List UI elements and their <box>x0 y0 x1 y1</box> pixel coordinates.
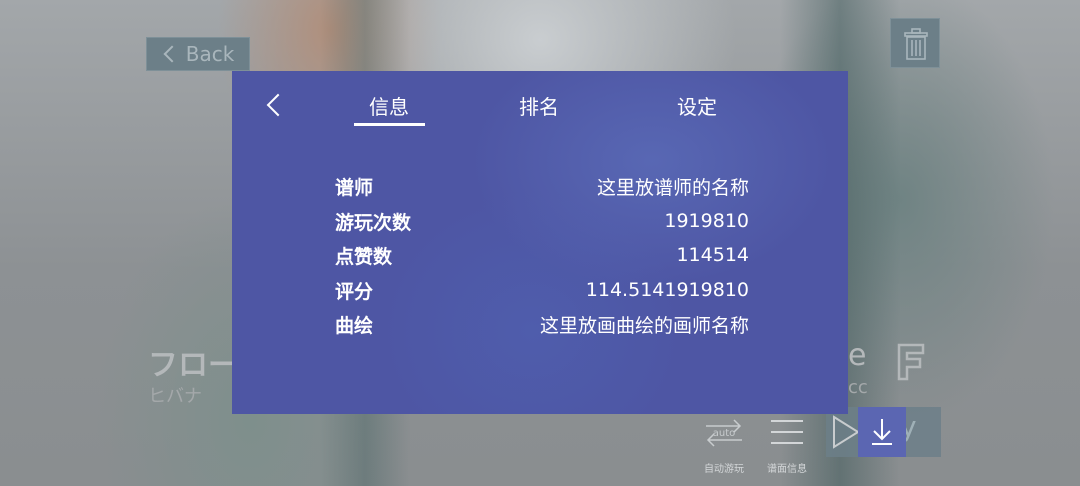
back-label: Back <box>185 42 235 66</box>
tab-info[interactable]: 信息 <box>354 91 424 120</box>
chart-info-label: 谱面信息 <box>767 464 807 475</box>
info-key: 游玩次数 <box>335 211 412 234</box>
info-row-play-count: 游玩次数 1919810 <box>335 206 749 236</box>
delete-button[interactable] <box>890 18 940 68</box>
info-row-rating: 评分 114.5141919810 <box>335 275 749 305</box>
difficulty-sub: cc <box>848 377 868 398</box>
info-key: 曲绘 <box>335 314 374 337</box>
info-row-likes: 点赞数 114514 <box>335 240 749 270</box>
info-value: 114514 <box>676 244 749 266</box>
tab-settings[interactable]: 设定 <box>662 91 732 120</box>
chevron-left-icon <box>163 45 181 63</box>
info-value: 这里放画曲绘的画师名称 <box>539 314 749 337</box>
info-key: 谱师 <box>335 176 374 199</box>
active-tab-indicator <box>354 123 425 126</box>
info-value: 这里放谱师的名称 <box>596 176 749 199</box>
info-row-charter: 谱师 这里放谱师的名称 <box>335 171 749 201</box>
auto-play-label: 自动游玩 <box>704 464 744 475</box>
auto-icon-text: auto <box>713 428 736 439</box>
song-title: フロー <box>148 348 238 383</box>
auto-play-icon[interactable]: auto <box>700 412 748 452</box>
info-key: 评分 <box>335 280 374 303</box>
info-row-illustrator: 曲绘 这里放画曲绘的画师名称 <box>335 309 749 339</box>
tab-ranking[interactable]: 排名 <box>504 91 574 120</box>
download-icon <box>872 419 892 445</box>
info-value: 1919810 <box>664 210 749 232</box>
info-value: 114.5141919810 <box>585 279 749 301</box>
trash-icon <box>904 28 928 60</box>
download-button[interactable] <box>858 407 906 457</box>
info-key: 点赞数 <box>335 245 393 268</box>
back-button[interactable]: Back <box>146 37 250 71</box>
menu-icon[interactable] <box>763 412 811 452</box>
difficulty-title: e <box>848 338 867 373</box>
song-artist: ヒバナ <box>148 386 202 407</box>
chevron-left-icon[interactable] <box>266 93 290 117</box>
rank-badge <box>897 343 925 381</box>
chart-info-dialog: 信息 排名 设定 谱师 这里放谱师的名称 游玩次数 1919810 点赞数 11… <box>232 71 848 414</box>
